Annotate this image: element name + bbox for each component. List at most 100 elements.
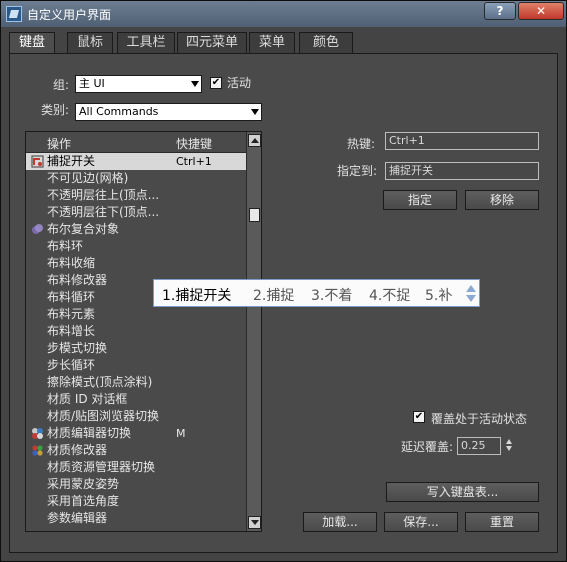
load-button[interactable]: 加载... — [303, 512, 377, 532]
list-item[interactable]: 材质资源管理器切换 — [26, 459, 246, 476]
list-item-label: 布料收缩 — [47, 256, 96, 270]
title-bar[interactable]: 自定义用户界面 ? ✕ — [1, 1, 566, 27]
list-item[interactable]: 步模式切换 — [26, 340, 246, 357]
list-item[interactable]: 捕捉开关 Ctrl+1 — [26, 153, 246, 170]
tab-toolbars[interactable]: 工具栏 — [117, 32, 175, 54]
list-item-label: 布料环 — [47, 239, 84, 253]
ime-candidate-5[interactable]: 5.补 — [425, 285, 452, 305]
delay-override-spinner[interactable] — [504, 437, 515, 453]
list-item[interactable]: 布料收缩 — [26, 255, 246, 272]
hotkey-label: 热键: — [347, 137, 376, 151]
list-item-label: 布料循环 — [47, 290, 96, 304]
list-item[interactable]: 材质修改器 — [26, 442, 246, 459]
list-item[interactable]: 采用首选角度 — [26, 493, 246, 510]
header-action[interactable]: 操作 — [47, 135, 71, 152]
list-item-label: 材质资源管理器切换 — [47, 460, 156, 474]
reset-button[interactable]: 重置 — [465, 512, 539, 532]
scroll-down-arrow-icon[interactable] — [248, 516, 261, 529]
app-icon — [6, 6, 22, 22]
category-dropdown-value: All Commands — [79, 105, 159, 118]
list-item-label: 步长循环 — [47, 358, 96, 372]
list-item[interactable]: 擦除模式(顶点涂料) — [26, 374, 246, 391]
tab-mouse[interactable]: 鼠标 — [67, 32, 113, 54]
list-item-shortcut: Ctrl+1 — [176, 155, 212, 168]
assign-button[interactable]: 指定 — [383, 190, 457, 210]
list-item[interactable]: 材质/贴图浏览器切换 — [26, 408, 246, 425]
list-item-label: 不透明层往下(顶点... — [47, 205, 160, 219]
list-item-label: 擦除模式(顶点涂料) — [47, 375, 153, 389]
list-rows: 捕捉开关 Ctrl+1 不可见边(网格) 不透明层往上(顶点... 不透明层往下… — [26, 153, 246, 527]
category-dropdown[interactable]: All Commands — [75, 103, 262, 121]
override-label: 覆盖处于活动状态 — [431, 412, 528, 426]
list-item-label: 采用首选角度 — [47, 494, 120, 508]
customize-ui-dialog: 自定义用户界面 ? ✕ 键盘 鼠标 工具栏 四元菜单 菜单 颜色 组: 主 UI… — [0, 0, 567, 562]
assigned-to-field: 捕捉开关 — [385, 162, 539, 180]
override-checkbox[interactable]: ✔ — [413, 411, 425, 423]
scroll-up-arrow-icon[interactable] — [248, 134, 261, 147]
ime-candidate-1[interactable]: 1.捕捉开关 — [162, 285, 231, 305]
list-item[interactable]: 布料元素 — [26, 306, 246, 323]
list-item-shortcut: M — [176, 427, 186, 440]
ime-page-arrows[interactable] — [465, 284, 477, 303]
list-item[interactable]: 材质编辑器切换 M — [26, 425, 246, 442]
action-list[interactable]: 操作 快捷键 捕捉开关 Ctrl+1 不可见边(网格) 不透明层往上(顶点...… — [25, 131, 262, 532]
header-shortcut[interactable]: 快捷键 — [176, 135, 212, 152]
list-item-label: 捕捉开关 — [47, 154, 96, 168]
remove-button[interactable]: 移除 — [465, 190, 539, 210]
close-button[interactable]: ✕ — [518, 2, 564, 20]
ime-candidate-2[interactable]: 2.捕捉 — [253, 285, 294, 305]
chevron-down-icon — [191, 81, 199, 87]
list-item-label: 材质编辑器切换 — [47, 426, 132, 440]
list-item[interactable]: 不可见边(网格) — [26, 170, 246, 187]
tab-menus[interactable]: 菜单 — [249, 32, 295, 54]
group-label: 组: — [53, 78, 70, 92]
list-header: 操作 快捷键 — [26, 132, 246, 153]
list-item[interactable]: 采用蒙皮姿势 — [26, 476, 246, 493]
list-scrollbar[interactable] — [246, 132, 261, 531]
write-keyboard-chart-button[interactable]: 写入键盘表... — [386, 482, 539, 502]
list-item-label: 布尔复合对象 — [47, 222, 120, 236]
group-dropdown[interactable]: 主 UI — [75, 75, 202, 93]
list-item-label: 材质 ID 对话框 — [47, 392, 128, 406]
chevron-down-icon[interactable] — [466, 295, 476, 302]
tab-keyboard[interactable]: 键盘 — [9, 32, 55, 55]
list-item[interactable]: 不透明层往下(顶点... — [26, 204, 246, 221]
ime-candidate-4[interactable]: 4.不捉 — [369, 285, 410, 305]
help-button[interactable]: ? — [484, 2, 516, 20]
list-item[interactable]: 布尔复合对象 — [26, 221, 246, 238]
chevron-down-icon[interactable] — [506, 446, 512, 451]
list-item-label: 布料增长 — [47, 324, 96, 338]
list-item[interactable]: 不透明层往上(顶点... — [26, 187, 246, 204]
chevron-up-icon[interactable] — [506, 439, 512, 444]
list-item-label: 采用蒙皮姿势 — [47, 477, 120, 491]
ime-candidate-window: 1.捕捉开关 2.捕捉 3.不着 4.不捉 5.补 — [153, 279, 480, 307]
delay-override-label: 延迟覆盖: — [401, 440, 454, 454]
list-item-label: 布料元素 — [47, 307, 96, 321]
list-item-label: 材质/贴图浏览器切换 — [47, 409, 160, 423]
group-active-checkbox[interactable]: ✔ — [210, 77, 222, 89]
ime-candidate-3[interactable]: 3.不着 — [311, 285, 352, 305]
list-item[interactable]: 材质 ID 对话框 — [26, 391, 246, 408]
window-title: 自定义用户界面 — [27, 8, 112, 22]
material-modifier-icon — [32, 445, 43, 456]
list-item[interactable]: 参数编辑器 — [26, 510, 246, 527]
list-item[interactable]: 步长循环 — [26, 357, 246, 374]
list-item-label: 材质修改器 — [47, 443, 108, 457]
assigned-to-label: 指定到: — [337, 164, 378, 178]
chevron-up-icon[interactable] — [466, 285, 476, 292]
boolean-icon — [32, 224, 43, 234]
list-item-label: 布料修改器 — [47, 273, 108, 287]
list-item[interactable]: 布料环 — [26, 238, 246, 255]
delay-override-field[interactable]: 0.25 — [457, 437, 501, 455]
list-item-label: 步模式切换 — [47, 341, 108, 355]
list-item[interactable]: 布料增长 — [26, 323, 246, 340]
hotkey-field[interactable]: Ctrl+1 — [385, 132, 539, 150]
group-dropdown-value: 主 UI — [79, 77, 105, 90]
save-button[interactable]: 保存... — [384, 512, 458, 532]
material-editor-icon — [32, 428, 43, 439]
list-item-label: 不透明层往上(顶点... — [47, 188, 160, 202]
list-item-label: 不可见边(网格) — [47, 171, 129, 185]
tab-colors[interactable]: 颜色 — [299, 32, 353, 54]
tab-quad-menus[interactable]: 四元菜单 — [177, 32, 247, 54]
scroll-thumb[interactable] — [249, 208, 260, 222]
